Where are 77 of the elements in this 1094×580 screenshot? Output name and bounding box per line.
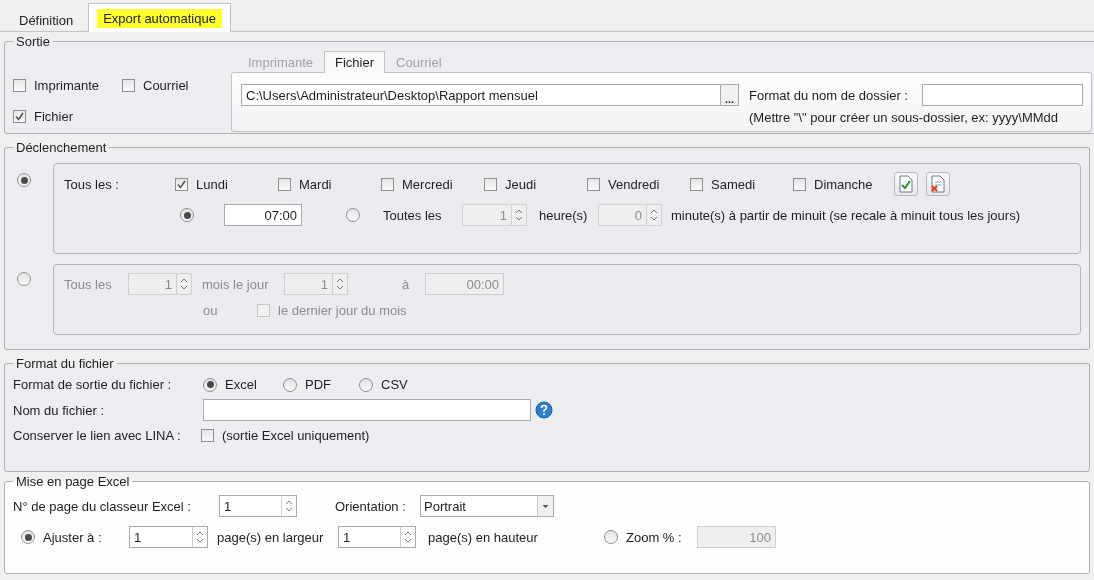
- radio-label: Ajuster à :: [43, 529, 102, 545]
- checkbox-label: Dimanche: [814, 176, 873, 192]
- checkbox-label: Samedi: [711, 176, 756, 192]
- tab[interactable]: Fichier: [324, 51, 386, 73]
- radio-button[interactable]: [21, 530, 35, 544]
- checkbox-label: Lundi: [196, 176, 228, 192]
- radio-button[interactable]: [203, 377, 217, 392]
- group-title: Mise en page Excel: [15, 474, 131, 489]
- radio-button[interactable]: [283, 377, 297, 392]
- field-label: Conserver le lien avec LINA :: [13, 428, 181, 443]
- radio-label: Excel: [225, 377, 257, 392]
- radio-button[interactable]: [346, 208, 360, 222]
- checkbox[interactable]: [13, 78, 26, 92]
- checkbox[interactable]: [381, 177, 394, 191]
- checkbox[interactable]: [201, 429, 214, 442]
- time-field[interactable]: 07:00: [224, 204, 302, 226]
- checkbox[interactable]: [278, 177, 291, 191]
- checkbox[interactable]: [13, 109, 26, 123]
- field-label: ou: [203, 303, 218, 318]
- unit-label: page(s) en largeur: [217, 529, 324, 545]
- checkbox-label: Fichier: [34, 108, 73, 124]
- file-name-field[interactable]: [203, 399, 531, 421]
- checkbox[interactable]: [484, 177, 497, 191]
- uncheck-all-button[interactable]: [926, 172, 950, 196]
- checkbox-label: Courriel: [143, 77, 189, 93]
- path-field[interactable]: C:\Users\Administrateur\Desktop\Rapport mensuel: [241, 84, 721, 106]
- radio-label: PDF: [305, 377, 331, 392]
- help-icon[interactable]: [535, 401, 553, 419]
- checkbox-label: Imprimante: [34, 77, 100, 93]
- unit-label: minute(s) à partir de minuit (se recale à minuit tous les jours): [671, 207, 1020, 223]
- radio-button[interactable]: [17, 272, 31, 286]
- radio-button[interactable]: [180, 208, 194, 222]
- checkbox[interactable]: [587, 177, 600, 191]
- field-label: Nom du fichier :: [13, 402, 105, 418]
- spin-box[interactable]: 1: [338, 526, 416, 548]
- document-check-icon: [898, 175, 914, 193]
- folder-format-field[interactable]: [921, 84, 1083, 106]
- checkbox-label: Jeudi: [505, 176, 537, 192]
- field-label: à: [402, 276, 410, 292]
- radio-button[interactable]: [604, 530, 618, 544]
- checkbox-label: Vendredi: [608, 176, 660, 192]
- field-label: Format du nom de dossier :: [749, 87, 908, 103]
- field-label: Format de sortie du fichier :: [13, 377, 172, 392]
- checkbox[interactable]: [122, 78, 135, 92]
- checkbox[interactable]: [690, 177, 703, 191]
- field-label: mois le jour: [202, 276, 269, 292]
- radio-label: Zoom % :: [626, 529, 682, 545]
- checkbox[interactable]: [793, 177, 806, 191]
- field-label: Orientation :: [335, 498, 406, 514]
- check-all-button[interactable]: [894, 172, 918, 196]
- tab[interactable]: Export automatique: [88, 3, 231, 32]
- checkbox-label: Mardi: [299, 176, 332, 192]
- group-title: Sortie: [15, 34, 51, 49]
- checkbox[interactable]: [257, 304, 270, 317]
- group-title: Format du fichier: [15, 356, 115, 371]
- unit-label: page(s) en hauteur: [428, 529, 538, 545]
- checkbox-label: (sortie Excel uniquement): [222, 428, 370, 443]
- field-label: Tous les: [64, 276, 112, 292]
- browse-button[interactable]: ...: [721, 84, 739, 106]
- group-title: Déclenchement: [15, 140, 108, 155]
- caret-icon: [537, 496, 553, 516]
- document-cross-icon: [930, 175, 946, 193]
- field-label: Toutes les: [383, 207, 442, 223]
- checkbox-label: Mercredi: [402, 176, 453, 192]
- radio-label: CSV: [381, 377, 408, 392]
- checkbox-label: le dernier jour du mois: [278, 303, 407, 318]
- field-label: N° de page du classeur Excel :: [13, 498, 191, 514]
- spin-box[interactable]: 1: [219, 495, 297, 517]
- field-label: Tous les :: [64, 176, 119, 192]
- spin-box[interactable]: 1: [129, 526, 208, 548]
- tab[interactable]: Définition: [4, 7, 89, 32]
- radio-button[interactable]: [17, 173, 31, 187]
- checkbox[interactable]: [175, 177, 188, 191]
- hint-text: (Mettre "\" pour créer un sous-dossier, ex: yyyy\MMdd: [749, 110, 1060, 127]
- unit-label: heure(s): [539, 207, 588, 223]
- radio-button[interactable]: [359, 377, 373, 392]
- orientation-dropdown[interactable]: Portrait: [420, 495, 554, 517]
